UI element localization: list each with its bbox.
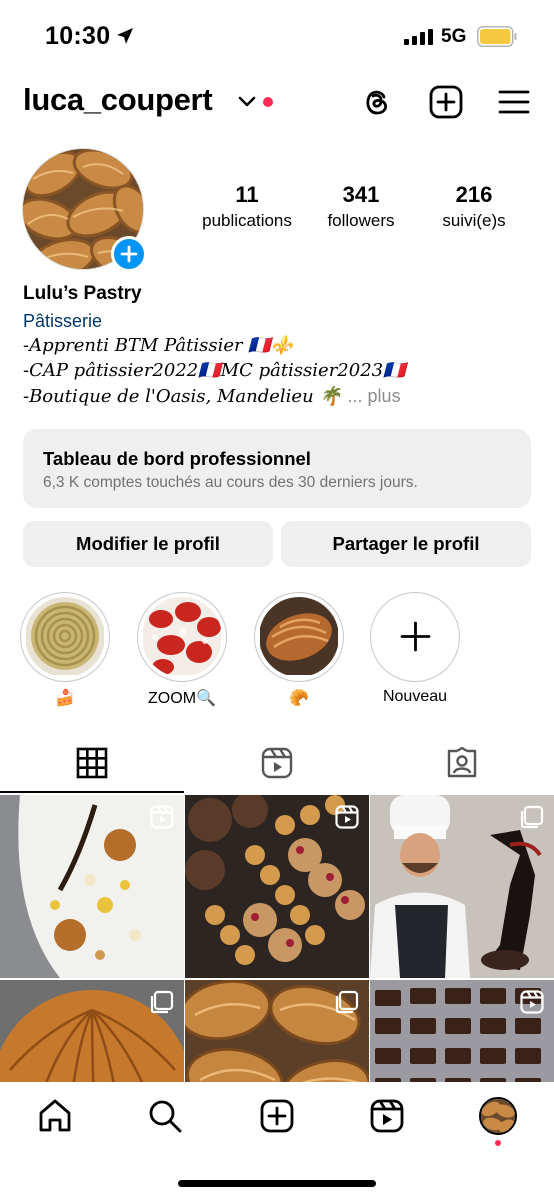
grid-post[interactable] <box>0 795 184 978</box>
chevron-down-icon[interactable] <box>238 95 256 109</box>
croissant-highlight-photo <box>260 597 338 675</box>
stat-following[interactable]: 216 suivi(e)s <box>409 182 539 231</box>
highlight-ring <box>20 592 110 682</box>
highlight-cover <box>142 597 222 677</box>
stat-label: publications <box>202 211 292 230</box>
profile-display-name: Lulu’s Pastry <box>23 283 142 304</box>
highlight-label: ZOOM🔍 <box>148 690 216 707</box>
highlight-ring <box>137 592 227 682</box>
profile-category: Pâtisserie <box>23 311 103 331</box>
dashboard-subtitle: 6,3 K comptes touchés au cours des 30 de… <box>43 474 418 491</box>
strawberry-tart-photo <box>143 597 221 675</box>
multi-post-icon <box>520 805 544 829</box>
menu-icon[interactable] <box>497 85 531 119</box>
bio-line-last: -Boutique de l'Oasis, Mandelieu 🌴 ... pl… <box>23 386 401 407</box>
share-profile-button[interactable]: Partager le profil <box>281 521 531 567</box>
search-icon[interactable] <box>147 1098 183 1134</box>
bio-more-link[interactable]: ... plus <box>348 386 401 406</box>
location-arrow-icon <box>117 28 133 44</box>
stat-publications[interactable]: 11 publications <box>182 182 312 231</box>
stat-label: followers <box>327 211 395 230</box>
highlight-item[interactable]: 🍰 <box>20 592 110 708</box>
status-bar: 10:30 5G <box>0 0 554 70</box>
reels-nav-icon[interactable] <box>369 1098 405 1134</box>
bio-line: -Apprenti BTM Pâtissier 🇫🇷⚜️ <box>23 335 294 356</box>
create-post-icon[interactable] <box>259 1098 295 1134</box>
add-story-icon[interactable] <box>111 236 147 272</box>
status-time: 10:30 <box>45 22 111 50</box>
signal-icon <box>404 29 433 45</box>
profile-nav-avatar[interactable] <box>479 1097 517 1135</box>
highlight-label: Nouveau <box>382 688 448 705</box>
reel-badge-icon <box>150 805 174 829</box>
notification-dot <box>263 97 273 107</box>
bio-line: -Boutique de l'Oasis, Mandelieu 🌴 <box>23 386 342 407</box>
highlight-label: 🥐 <box>289 690 309 707</box>
multi-post-icon <box>150 990 174 1014</box>
grid-post[interactable] <box>370 795 554 978</box>
active-tab-indicator <box>0 791 184 793</box>
profile-username[interactable]: luca_coupert <box>23 82 213 118</box>
threads-icon[interactable] <box>360 85 394 119</box>
spiral-cake-photo <box>26 597 104 675</box>
reels-icon[interactable] <box>261 747 293 779</box>
bio-line: -CAP pâtissier2022🇫🇷MC pâtissier2023🇫🇷 <box>23 360 406 381</box>
home-icon[interactable] <box>37 1098 73 1134</box>
highlight-item[interactable]: 🥐 <box>254 592 344 708</box>
grid-post[interactable] <box>185 795 369 978</box>
new-highlight-button[interactable]: Nouveau <box>370 592 460 706</box>
highlight-ring <box>370 592 460 682</box>
professional-dashboard[interactable]: Tableau de bord professionnel 6,3 K comp… <box>23 429 531 508</box>
highlight-cover <box>25 597 105 677</box>
reel-badge-icon <box>335 805 359 829</box>
battery-icon <box>477 26 517 47</box>
edit-profile-button[interactable]: Modifier le profil <box>23 521 273 567</box>
stat-followers[interactable]: 341 followers <box>296 182 426 231</box>
stat-label: suivi(e)s <box>442 211 506 230</box>
stat-value: 341 <box>342 182 380 207</box>
dashboard-title: Tableau de bord professionnel <box>43 448 311 469</box>
home-indicator[interactable] <box>178 1180 376 1187</box>
plus-icon <box>400 621 430 652</box>
highlight-cover <box>259 597 339 677</box>
tagged-icon[interactable] <box>446 747 478 779</box>
create-icon[interactable] <box>429 85 463 119</box>
stat-value: 11 <box>235 182 259 207</box>
multi-post-icon <box>335 990 359 1014</box>
highlight-ring <box>254 592 344 682</box>
highlight-item[interactable]: ZOOM🔍 <box>137 592 227 708</box>
profile-notification-dot <box>495 1140 501 1146</box>
grid-icon[interactable] <box>76 747 108 779</box>
stat-value: 216 <box>455 182 493 207</box>
highlight-label: 🍰 <box>55 690 75 707</box>
avatar-thumbnail <box>481 1099 515 1133</box>
network-type: 5G <box>441 26 467 47</box>
reel-badge-icon <box>520 990 544 1014</box>
